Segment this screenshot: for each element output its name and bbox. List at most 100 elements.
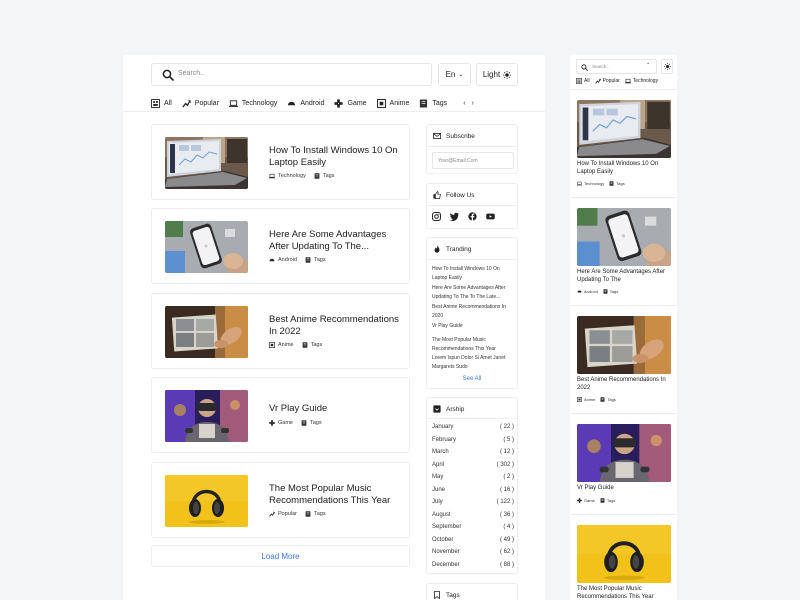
trending-item[interactable]: The Most Popular Music Recommendations T… xyxy=(432,336,514,353)
article-title[interactable]: The Most Popular Music Recommendations T… xyxy=(269,483,404,507)
email-field[interactable]: Your@Email.Com xyxy=(432,152,514,169)
article-card[interactable]: Best Anime Recommendations In 2022 Anime… xyxy=(151,293,410,369)
article-meta: Popular Tags xyxy=(269,511,326,517)
divider xyxy=(427,205,517,206)
article-tag[interactable]: Tags xyxy=(301,420,322,426)
trending-item[interactable]: Best Anime Recommendations In 2020 xyxy=(432,303,514,320)
chevron-right-icon[interactable]: › xyxy=(472,100,474,107)
article-category[interactable]: Technology xyxy=(269,173,306,179)
article-category[interactable]: Technology xyxy=(577,181,604,186)
archive-row[interactable]: April( 302 ) xyxy=(432,462,514,468)
category-game[interactable]: Game xyxy=(334,99,367,108)
article-category[interactable]: Android xyxy=(577,289,598,294)
category-tags[interactable]: Tags xyxy=(419,99,447,108)
divider xyxy=(427,259,517,260)
divider xyxy=(570,197,677,198)
tag-icon xyxy=(609,181,614,186)
search-placeholder: Search.. xyxy=(592,64,609,69)
article-tag[interactable]: Tags xyxy=(302,342,322,348)
article-tag[interactable]: Tags xyxy=(305,511,326,517)
category-android[interactable]: Android xyxy=(287,99,324,108)
article-tag[interactable]: Tags xyxy=(314,173,334,179)
laptop-icon xyxy=(625,78,631,84)
tags-widget: Tags xyxy=(426,583,518,600)
article-title[interactable]: Here Are Some Advantages After Updating … xyxy=(269,229,399,253)
article-card[interactable]: The Most Popular Music Recommendations T… xyxy=(151,462,410,538)
see-all-link[interactable]: See All xyxy=(427,376,517,382)
grid-icon xyxy=(151,99,160,108)
category-all[interactable]: All xyxy=(151,99,172,108)
chevron-down-icon[interactable]: ⌄ xyxy=(646,60,650,66)
archive-row[interactable]: June( 16 ) xyxy=(432,487,514,493)
article-title[interactable]: Here Are Some Advantages After Updating … xyxy=(577,269,673,284)
article-tag[interactable]: Tags xyxy=(609,181,625,186)
category-all[interactable]: All xyxy=(576,78,590,84)
article-thumbnail[interactable] xyxy=(577,208,671,266)
article-card[interactable]: How To Install Windows 10 On Laptop Easi… xyxy=(151,124,410,200)
twitter-icon[interactable] xyxy=(450,212,459,221)
article-tag[interactable]: Tags xyxy=(603,289,618,294)
article-category[interactable]: Anime xyxy=(269,342,294,348)
article-thumbnail[interactable] xyxy=(577,424,671,482)
article-card[interactable]: Here Are Some Advantages After Updating … xyxy=(151,208,410,284)
category-anime[interactable]: Anime xyxy=(377,99,409,108)
archive-row[interactable]: November( 62 ) xyxy=(432,549,514,555)
article-title[interactable]: Best Anime Recommendations In 2022 xyxy=(269,314,399,338)
article-tag[interactable]: Tags xyxy=(600,397,616,402)
article-thumbnail xyxy=(165,306,248,358)
article-category[interactable]: Popular xyxy=(269,511,297,517)
trending-item[interactable]: How To Install Windows 10 On Laptop Easi… xyxy=(432,265,514,282)
article-tag[interactable]: Tags xyxy=(305,257,326,263)
category-popular[interactable]: Popular xyxy=(182,99,219,108)
article-title[interactable]: How To Install Windows 10 On Laptop Easi… xyxy=(577,161,673,176)
social-links xyxy=(432,212,495,221)
article-thumbnail[interactable] xyxy=(577,100,671,158)
archive-row[interactable]: May( 2 ) xyxy=(432,474,514,480)
widget-header: Follow Us xyxy=(433,191,475,199)
search-input[interactable]: Search.. xyxy=(151,63,432,86)
article-category[interactable]: Android xyxy=(269,257,297,263)
trending-item[interactable]: Vr Play Guide xyxy=(432,322,514,331)
article-category[interactable]: Game xyxy=(269,420,293,426)
mail-icon xyxy=(433,132,441,140)
archive-row[interactable]: August( 36 ) xyxy=(432,512,514,518)
article-title[interactable]: The Most Popular Music Recommendations T… xyxy=(577,586,673,600)
article-thumbnail[interactable] xyxy=(577,525,671,583)
archive-row[interactable]: January( 22 ) xyxy=(432,424,514,430)
theme-toggle[interactable]: Light xyxy=(476,63,518,86)
article-card[interactable]: Vr Play Guide Game Tags xyxy=(151,377,410,453)
youtube-icon[interactable] xyxy=(486,212,495,221)
article-title[interactable]: Best Anime Recommendations In 2022 xyxy=(577,377,673,392)
article-thumbnail xyxy=(165,390,248,442)
archive-row[interactable]: December( 88 ) xyxy=(432,562,514,568)
article-title[interactable]: How To Install Windows 10 On Laptop Easi… xyxy=(269,145,399,169)
article-title[interactable]: Vr Play Guide xyxy=(577,485,673,493)
language-select[interactable]: En ⌄ xyxy=(438,63,471,86)
archive-row[interactable]: February( 5 ) xyxy=(432,437,514,443)
category-technology[interactable]: Technology xyxy=(625,78,658,84)
article-category[interactable]: Anime xyxy=(577,397,595,402)
archive-row[interactable]: September( 4 ) xyxy=(432,524,514,530)
trending-item[interactable]: Lorem Ispun Dolor Si Amet Janet Margaret… xyxy=(432,354,514,371)
trending-item[interactable]: Here Are Some Advantages After Updating … xyxy=(432,284,514,301)
facebook-icon[interactable] xyxy=(468,212,477,221)
archive-row[interactable]: October( 49 ) xyxy=(432,537,514,543)
mobile-search-input[interactable]: Search.. xyxy=(576,59,657,74)
article-meta: Anime Tags xyxy=(269,342,322,348)
article-category[interactable]: Game xyxy=(577,498,595,503)
article-tag[interactable]: Tags xyxy=(600,498,615,503)
mobile-theme-toggle[interactable] xyxy=(661,59,673,74)
instagram-icon[interactable] xyxy=(432,212,441,221)
category-popular[interactable]: Popular xyxy=(595,78,620,84)
article-title[interactable]: Vr Play Guide xyxy=(269,403,399,415)
article-meta: Technology Tags xyxy=(269,173,334,179)
article-thumbnail[interactable] xyxy=(577,316,671,374)
sun-icon xyxy=(664,63,671,70)
load-more-button[interactable]: Load More xyxy=(151,545,410,567)
widget-header: Subscribe xyxy=(433,132,475,140)
search-icon xyxy=(162,69,174,81)
archive-row[interactable]: July( 122 ) xyxy=(432,499,514,505)
archive-row[interactable]: March( 12 ) xyxy=(432,449,514,455)
category-technology[interactable]: Technology xyxy=(229,99,277,108)
chevron-left-icon[interactable]: ‹ xyxy=(463,100,465,107)
